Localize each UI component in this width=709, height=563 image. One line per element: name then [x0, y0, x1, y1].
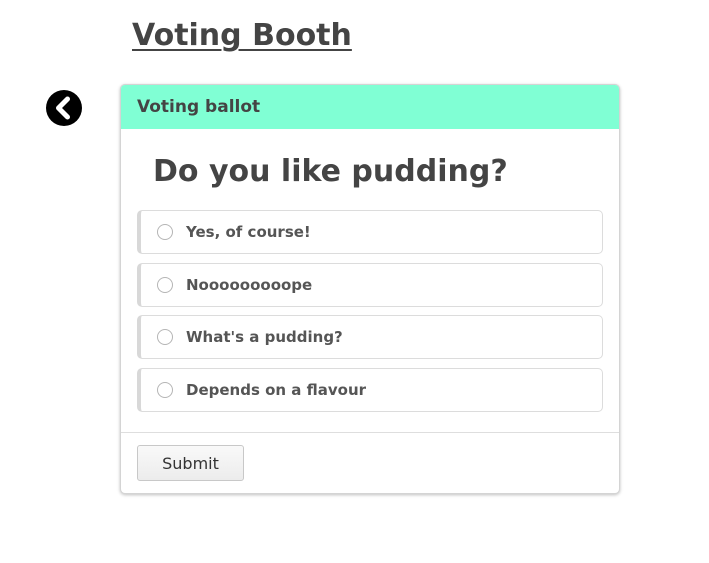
option-whats-pudding[interactable]: What's a pudding?: [137, 315, 603, 359]
option-label: Nooooooooope: [186, 275, 313, 294]
chevron-left-circle-icon: [46, 90, 82, 126]
submit-button[interactable]: Submit: [137, 445, 244, 481]
option-label: Depends on a flavour: [186, 380, 367, 399]
ballot-footer: Submit: [121, 432, 619, 493]
option-yes[interactable]: Yes, of course!: [137, 210, 603, 254]
option-depends-flavour[interactable]: Depends on a flavour: [137, 367, 603, 412]
radio-button[interactable]: [157, 224, 173, 240]
option-label: What's a pudding?: [186, 328, 343, 346]
radio-button[interactable]: [157, 381, 173, 398]
ballot-card: Voting ballot Do you like pudding? Yes, …: [120, 84, 620, 494]
option-label: Yes, of course!: [186, 223, 311, 241]
back-button[interactable]: [46, 90, 82, 126]
ballot-options: Yes, of course! Nooooooooope What's a pu…: [137, 210, 603, 420]
page: Voting Booth Voting ballot Do you like p…: [0, 0, 709, 563]
ballot-header-label: Voting ballot: [137, 97, 261, 117]
ballot-question: Do you like pudding?: [153, 154, 508, 189]
option-nope[interactable]: Nooooooooope: [137, 262, 603, 307]
radio-button[interactable]: [157, 329, 173, 345]
ballot-header: Voting ballot: [121, 85, 619, 129]
radio-button[interactable]: [157, 276, 173, 293]
page-title-link[interactable]: Voting Booth: [132, 18, 352, 53]
